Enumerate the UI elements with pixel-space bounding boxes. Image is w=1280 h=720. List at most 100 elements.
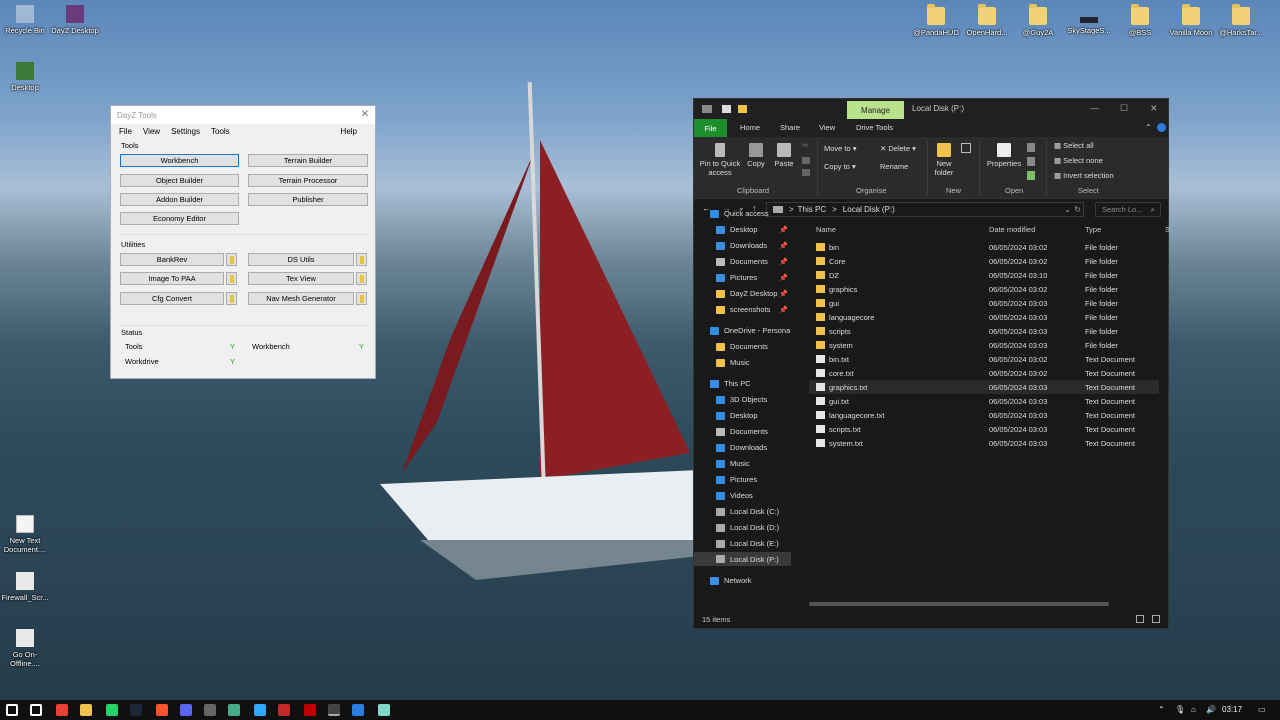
nav-item[interactable]: Downloads — [716, 443, 791, 452]
economy-editor-button[interactable]: Economy Editor — [120, 212, 239, 225]
nav-item[interactable]: Local Disk (D:) — [716, 523, 791, 532]
properties-button[interactable]: Properties — [986, 143, 1022, 169]
large-icons-view-icon[interactable] — [1152, 615, 1160, 623]
tab-view[interactable]: View — [819, 123, 835, 132]
nav-item[interactable]: Downloads 📌 — [716, 241, 791, 250]
explorer-titlebar[interactable]: Manage Local Disk (P:) — ☐ ✕ — [694, 99, 1168, 119]
edit-icon[interactable] — [1027, 157, 1035, 166]
tab-manage[interactable]: Manage — [847, 101, 904, 119]
search-input[interactable]: Search Lo... ⌕ — [1095, 202, 1161, 217]
nav-mesh-generator-folder-button[interactable] — [356, 292, 367, 305]
tab-share[interactable]: Share — [780, 123, 800, 132]
invert-selection-button[interactable]: ▦ Invert selection — [1054, 171, 1114, 181]
search-icon[interactable] — [30, 704, 42, 716]
pin-quick-access-button[interactable]: Pin to Quick access — [698, 143, 742, 177]
file-row[interactable]: languagecore.txt 06/05/2024 03:03 Text Doc… — [809, 408, 1159, 422]
menu-tools[interactable]: Tools — [211, 127, 230, 136]
dayz-tools-titlebar[interactable]: DayZ Tools ✕ — [111, 106, 375, 124]
menu-settings[interactable]: Settings — [171, 127, 200, 136]
nav-item[interactable]: Desktop 📌 — [716, 225, 791, 234]
nav-item[interactable]: Documents — [716, 342, 791, 351]
refresh-icon[interactable]: ↻ — [1074, 205, 1081, 214]
column-size[interactable]: S — [1165, 225, 1170, 234]
nav-mesh-generator-button[interactable]: Nav Mesh Generator — [248, 292, 354, 305]
nav-item[interactable]: This PC — [710, 379, 791, 388]
whatsapp-icon[interactable] — [106, 704, 118, 716]
nav-item[interactable]: Pictures — [716, 475, 791, 484]
desktop-icon[interactable]: DayZ Desktop — [50, 5, 100, 35]
address-bar[interactable]: > This PC > Local Disk (P:) ⌄ ↻ — [766, 202, 1084, 217]
select-all-button[interactable]: ▦ Select all — [1054, 141, 1094, 151]
new-folder-button[interactable]: New folder — [932, 143, 956, 177]
desktop-folder[interactable]: Vanilla Moon — [1166, 4, 1216, 37]
history-icon[interactable] — [1027, 171, 1035, 180]
menu-file[interactable]: File — [119, 127, 132, 136]
cfg-convert-button[interactable]: Cfg Convert — [120, 292, 224, 305]
nav-item[interactable]: Pictures 📌 — [716, 273, 791, 282]
steam-icon[interactable] — [130, 704, 142, 716]
nav-item[interactable]: Local Disk (E:) — [716, 539, 791, 548]
properties-quick-icon[interactable] — [722, 105, 731, 113]
tab-home[interactable]: Home — [740, 123, 760, 132]
maximize-icon[interactable]: ☐ — [1120, 103, 1128, 114]
column-name[interactable]: Name — [816, 225, 836, 234]
file-row[interactable]: gui 06/05/2024 03:03 File folder — [809, 296, 1159, 310]
chrome-icon[interactable] — [56, 704, 68, 716]
nav-item[interactable]: 3D Objects — [716, 395, 791, 404]
discord-icon[interactable] — [180, 704, 192, 716]
cfg-convert-folder-button[interactable] — [226, 292, 237, 305]
file-row[interactable]: graphics.txt 06/05/2024 03:03 Text Documen… — [809, 380, 1159, 394]
desktop-icon[interactable]: Desktop — [0, 62, 50, 92]
app-red-icon[interactable] — [278, 704, 290, 716]
nav-item[interactable]: OneDrive - Persona — [710, 326, 791, 335]
new-item-icon[interactable] — [961, 143, 971, 153]
details-view-icon[interactable] — [1136, 615, 1144, 623]
minimize-icon[interactable]: — — [1090, 103, 1099, 113]
collapse-ribbon-icon[interactable]: ⌃ — [1145, 123, 1152, 132]
tab-drive-tools[interactable]: Drive Tools — [856, 123, 893, 132]
terrain-builder-button[interactable]: Terrain Builder — [248, 154, 368, 167]
breadcrumb-local-disk-p[interactable]: Local Disk (P:) — [843, 205, 895, 214]
nav-item[interactable]: Music — [716, 358, 791, 367]
tray-overflow-icon[interactable]: ⌃ — [1158, 705, 1165, 714]
file-row[interactable]: Core 06/05/2024 03:02 File folder — [809, 254, 1159, 268]
column-type[interactable]: Type — [1085, 225, 1101, 234]
notifications-icon[interactable]: ▭ — [1258, 705, 1266, 714]
explorer-icon[interactable] — [80, 704, 92, 716]
file-row[interactable]: system.txt 06/05/2024 03:03 Text Document — [809, 436, 1159, 450]
paste-button[interactable]: Paste — [774, 143, 794, 169]
breadcrumb-this-pc[interactable]: This PC — [798, 205, 826, 214]
file-row[interactable]: bin.txt 06/05/2024 03:02 Text Document — [809, 352, 1159, 366]
addon-builder-button[interactable]: Addon Builder — [120, 193, 239, 206]
nav-item[interactable]: DayZ Desktop 📌 — [716, 289, 791, 298]
desktop-icon[interactable]: Go On-Offline.... — [0, 629, 50, 668]
microphone-icon[interactable]: 🎙 — [1175, 705, 1185, 714]
cut-icon[interactable]: ✂ — [802, 141, 809, 150]
clock[interactable]: 03:17 — [1222, 705, 1242, 714]
open-icon[interactable] — [1027, 143, 1035, 152]
column-date-modified[interactable]: Date modified — [989, 225, 1035, 234]
menu-view[interactable]: View — [143, 127, 160, 136]
desktop-folder[interactable]: OpenHard... — [962, 4, 1012, 37]
notepad-icon[interactable] — [378, 704, 390, 716]
close-icon[interactable]: ✕ — [1150, 103, 1158, 114]
nav-item[interactable]: Network — [710, 576, 791, 585]
nav-item[interactable]: Desktop — [716, 411, 791, 420]
file-row[interactable]: scripts.txt 06/05/2024 03:03 Text Document — [809, 422, 1159, 436]
bankrev-button[interactable]: BankRev — [120, 253, 224, 266]
object-builder-button[interactable]: Object Builder — [120, 174, 239, 187]
tab-file[interactable]: File — [694, 119, 727, 137]
copy-to-button[interactable]: Copy to ▾ — [824, 162, 856, 172]
image-to-paa-button[interactable]: Image To PAA — [120, 272, 224, 285]
ds-utils-button[interactable]: DS Utils — [248, 253, 354, 266]
file-row[interactable]: system 06/05/2024 03:03 File folder — [809, 338, 1159, 352]
close-icon[interactable]: ✕ — [361, 109, 369, 120]
desktop-folder[interactable]: @BSS — [1115, 4, 1165, 37]
start-icon[interactable] — [6, 704, 18, 716]
file-row[interactable]: DZ 06/05/2024 03:10 File folder — [809, 268, 1159, 282]
address-dropdown-icon[interactable]: ⌄ — [1064, 205, 1071, 214]
copy-button[interactable]: Copy — [746, 143, 766, 169]
nav-item[interactable]: Local Disk (P:) — [694, 552, 791, 566]
nav-item[interactable]: Documents 📌 — [716, 257, 791, 266]
desktop-folder[interactable]: SkyStageS... — [1064, 7, 1114, 35]
